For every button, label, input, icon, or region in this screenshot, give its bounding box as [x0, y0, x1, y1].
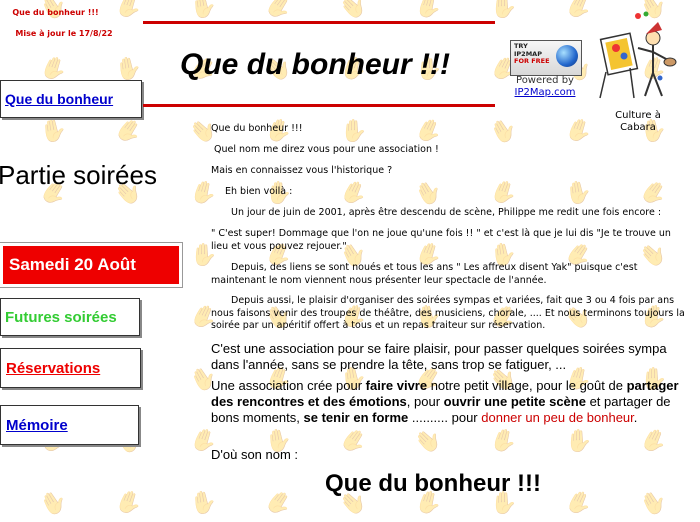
history-paragraph-4: Depuis aussi, le plaisir d'organiser des…: [211, 295, 685, 331]
handprint-icon: ✋: [111, 487, 146, 520]
intro-line-4: Eh bien voilà :: [225, 186, 293, 197]
section-title: Partie soirées: [0, 160, 157, 190]
nav-memoire-link[interactable]: Mémoire: [0, 405, 139, 445]
association-goals: Une association crée pour faire vivre no…: [211, 378, 679, 425]
handprint-icon: ✋: [111, 0, 146, 24]
ip2map-badge[interactable]: TRY IP2MAP FOR FREE: [510, 40, 582, 76]
powered-by-label: Powered by: [516, 75, 574, 86]
nav-reservations-link[interactable]: Réservations: [0, 348, 141, 388]
site-title-small: Que du bonheur !!!: [12, 8, 99, 17]
intro-line-1: Que du bonheur !!!: [211, 123, 303, 134]
history-paragraph-1: Un jour de juin de 2001, après être desc…: [231, 207, 662, 218]
ip2map-link[interactable]: IP2Map.com: [515, 87, 576, 98]
update-date: Mise à jour le 17/8/22: [15, 29, 113, 38]
handprint-icon: ✋: [561, 0, 597, 25]
handprint-icon: ✋: [188, 0, 220, 23]
header-divider-bottom: [143, 104, 495, 107]
globe-icon: [556, 45, 578, 67]
handprint-icon: ✋: [561, 486, 597, 521]
handprint-icon: ✋: [635, 485, 672, 522]
nav-current-event-button[interactable]: Samedi 20 Août: [0, 242, 183, 288]
handprint-icon: ✋: [38, 116, 70, 147]
header-divider-top: [143, 21, 495, 24]
history-paragraph-2: " C'est super! Dommage que l'on ne joue …: [211, 228, 671, 252]
association-description: C'est une association pour se faire plai…: [211, 341, 667, 372]
handprint-icon: ✋: [188, 488, 220, 519]
handprint-icon: ✋: [35, 485, 72, 522]
powered-by: Powered by IP2Map.com: [500, 75, 590, 99]
handprint-icon: ✋: [110, 113, 148, 150]
name-origin-label: D'où son nom :: [211, 447, 299, 462]
nav-future-events-link[interactable]: Futures soirées: [0, 298, 140, 336]
ip2map-badge-text: TRY IP2MAP FOR FREE: [514, 42, 550, 65]
intro-line-2: Quel nom me direz vous pour une associat…: [214, 144, 439, 155]
page-title: Que du bonheur !!!: [180, 48, 450, 81]
handprint-icon: ✋: [412, 0, 446, 24]
intro-line-3: Mais en connaissez vous l'historique ?: [211, 165, 393, 176]
handprint-icon: ✋: [260, 485, 298, 522]
history-paragraph-3: Depuis, des liens se sont noués et tous …: [211, 262, 638, 286]
artist-painter-icon: [599, 11, 677, 99]
nav-home-link[interactable]: Que du bonheur: [0, 80, 142, 118]
handprint-icon: ✋: [490, 0, 518, 20]
bottom-title: Que du bonheur !!!: [325, 470, 541, 497]
